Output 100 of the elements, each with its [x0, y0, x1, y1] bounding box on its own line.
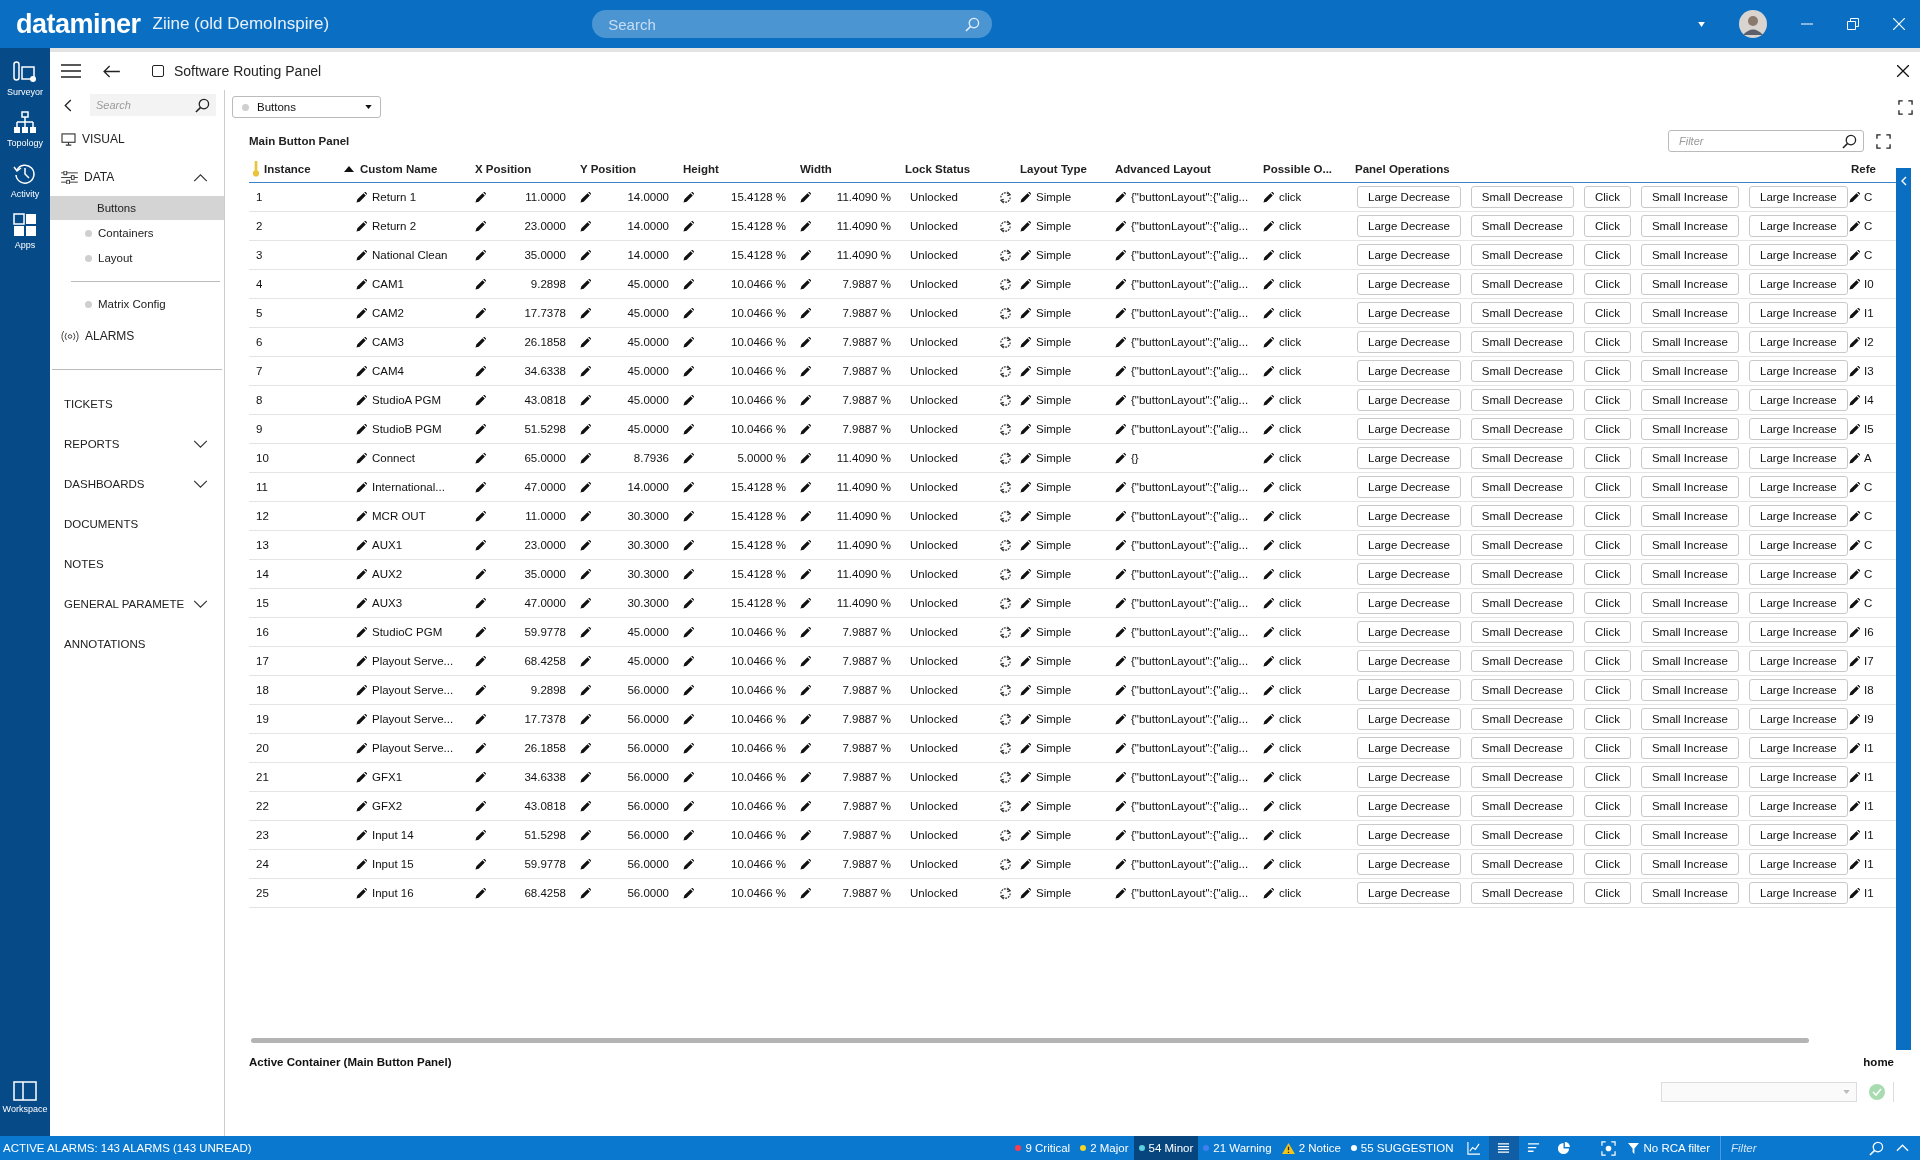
avatar[interactable] [1739, 10, 1767, 38]
pencil-icon[interactable] [475, 800, 486, 812]
pencil-icon[interactable] [580, 684, 591, 696]
operation-button[interactable]: Click [1584, 650, 1631, 672]
operation-button[interactable]: Click [1584, 563, 1631, 585]
pencil-icon[interactable] [580, 423, 591, 435]
operation-button[interactable]: Small Decrease [1470, 476, 1574, 498]
sync-icon[interactable] [999, 335, 1012, 349]
pencil-icon[interactable] [475, 249, 486, 261]
pencil-icon[interactable] [1849, 713, 1860, 725]
sync-icon[interactable] [999, 538, 1012, 552]
sync-icon[interactable] [999, 567, 1012, 581]
operation-button[interactable]: Small Increase [1640, 244, 1739, 266]
pencil-icon[interactable] [1115, 655, 1126, 667]
pencil-icon[interactable] [1263, 626, 1274, 638]
nav-item[interactable]: GENERAL PARAMETE [64, 598, 185, 610]
pencil-icon[interactable] [1115, 597, 1126, 609]
pencil-icon[interactable] [1263, 510, 1274, 522]
pencil-icon[interactable] [475, 423, 486, 435]
pencil-icon[interactable] [1849, 307, 1860, 319]
sync-icon[interactable] [999, 654, 1012, 668]
severity-filter[interactable]: 9 Critical [1010, 1136, 1076, 1160]
operation-button[interactable]: Small Increase [1640, 418, 1739, 440]
sync-icon[interactable] [999, 625, 1012, 639]
pencil-icon[interactable] [580, 858, 591, 870]
pencil-icon[interactable] [800, 481, 811, 493]
pencil-icon[interactable] [1263, 742, 1274, 754]
operation-button[interactable]: Click [1584, 853, 1631, 875]
pencil-icon[interactable] [683, 858, 694, 870]
pencil-icon[interactable] [1115, 626, 1126, 638]
chevron-down-icon[interactable] [193, 439, 208, 449]
pencil-icon[interactable] [800, 365, 811, 377]
pencil-icon[interactable] [1020, 626, 1031, 638]
operation-button[interactable]: Large Increase [1749, 708, 1848, 730]
focus-icon[interactable] [1600, 1140, 1616, 1156]
operation-button[interactable]: Small Increase [1640, 447, 1739, 469]
operation-button[interactable]: Small Decrease [1470, 708, 1574, 730]
operation-button[interactable]: Click [1584, 505, 1631, 527]
pencil-icon[interactable] [1849, 220, 1860, 232]
pencil-icon[interactable] [683, 887, 694, 899]
pencil-icon[interactable] [475, 452, 486, 464]
pencil-icon[interactable] [356, 278, 367, 290]
pencil-icon[interactable] [1115, 771, 1126, 783]
pencil-icon[interactable] [1020, 423, 1031, 435]
operation-button[interactable]: Click [1584, 679, 1631, 701]
operation-button[interactable]: Click [1584, 215, 1631, 237]
pencil-icon[interactable] [1263, 220, 1274, 232]
pencil-icon[interactable] [580, 394, 591, 406]
operation-button[interactable]: Large Increase [1749, 273, 1848, 295]
pencil-icon[interactable] [1115, 539, 1126, 551]
pencil-icon[interactable] [1020, 684, 1031, 696]
operation-button[interactable]: Large Decrease [1357, 360, 1461, 382]
pencil-icon[interactable] [800, 742, 811, 754]
pencil-icon[interactable] [1849, 539, 1860, 551]
pencil-icon[interactable] [1020, 597, 1031, 609]
operation-button[interactable]: Large Increase [1749, 882, 1848, 904]
pencil-icon[interactable] [683, 597, 694, 609]
pencil-icon[interactable] [800, 887, 811, 899]
filter-icon[interactable] [1627, 1142, 1639, 1154]
pencil-icon[interactable] [683, 713, 694, 725]
chevron-left-icon[interactable] [1900, 176, 1907, 186]
pencil-icon[interactable] [356, 481, 367, 493]
operation-button[interactable]: Large Decrease [1357, 563, 1461, 585]
pencil-icon[interactable] [580, 278, 591, 290]
pencil-icon[interactable] [1020, 655, 1031, 667]
operation-button[interactable]: Small Decrease [1470, 679, 1574, 701]
operation-button[interactable]: Small Decrease [1470, 882, 1574, 904]
rail-label[interactable]: Apps [14, 240, 36, 250]
operation-button[interactable]: Small Decrease [1470, 824, 1574, 846]
operation-button[interactable]: Small Increase [1640, 650, 1739, 672]
operation-button[interactable]: Small Increase [1640, 505, 1739, 527]
pencil-icon[interactable] [475, 684, 486, 696]
nav-subitem-label[interactable]: Layout [98, 252, 133, 264]
pencil-icon[interactable] [800, 249, 811, 261]
operation-button[interactable]: Click [1584, 186, 1631, 208]
operation-button[interactable]: Click [1584, 795, 1631, 817]
operation-button[interactable]: Large Increase [1749, 418, 1848, 440]
nav-subitem-label[interactable]: Buttons [97, 202, 136, 214]
pencil-icon[interactable] [1115, 568, 1126, 580]
operation-button[interactable]: Large Increase [1749, 476, 1848, 498]
nav-subitem[interactable]: Buttons [50, 196, 224, 220]
operation-button[interactable]: Small Increase [1640, 708, 1739, 730]
pencil-icon[interactable] [580, 597, 591, 609]
nav-item[interactable]: NOTES [64, 558, 104, 570]
pencil-icon[interactable] [800, 626, 811, 638]
pencil-icon[interactable] [683, 539, 694, 551]
column-header[interactable]: Y Position [576, 163, 679, 175]
operation-button[interactable]: Small Decrease [1470, 418, 1574, 440]
pencil-icon[interactable] [356, 771, 367, 783]
operation-button[interactable]: Large Increase [1749, 563, 1848, 585]
operation-button[interactable]: Small Decrease [1470, 273, 1574, 295]
severity-filter[interactable]: 2 Major [1075, 1136, 1134, 1160]
operation-button[interactable]: Small Decrease [1470, 389, 1574, 411]
pencil-icon[interactable] [356, 307, 367, 319]
pencil-icon[interactable] [1849, 771, 1860, 783]
scrollbar[interactable] [251, 1038, 1809, 1043]
pencil-icon[interactable] [1020, 249, 1031, 261]
pencil-icon[interactable] [1849, 249, 1860, 261]
pencil-icon[interactable] [475, 771, 486, 783]
nav-subitem-label[interactable]: Matrix Config [98, 298, 166, 310]
